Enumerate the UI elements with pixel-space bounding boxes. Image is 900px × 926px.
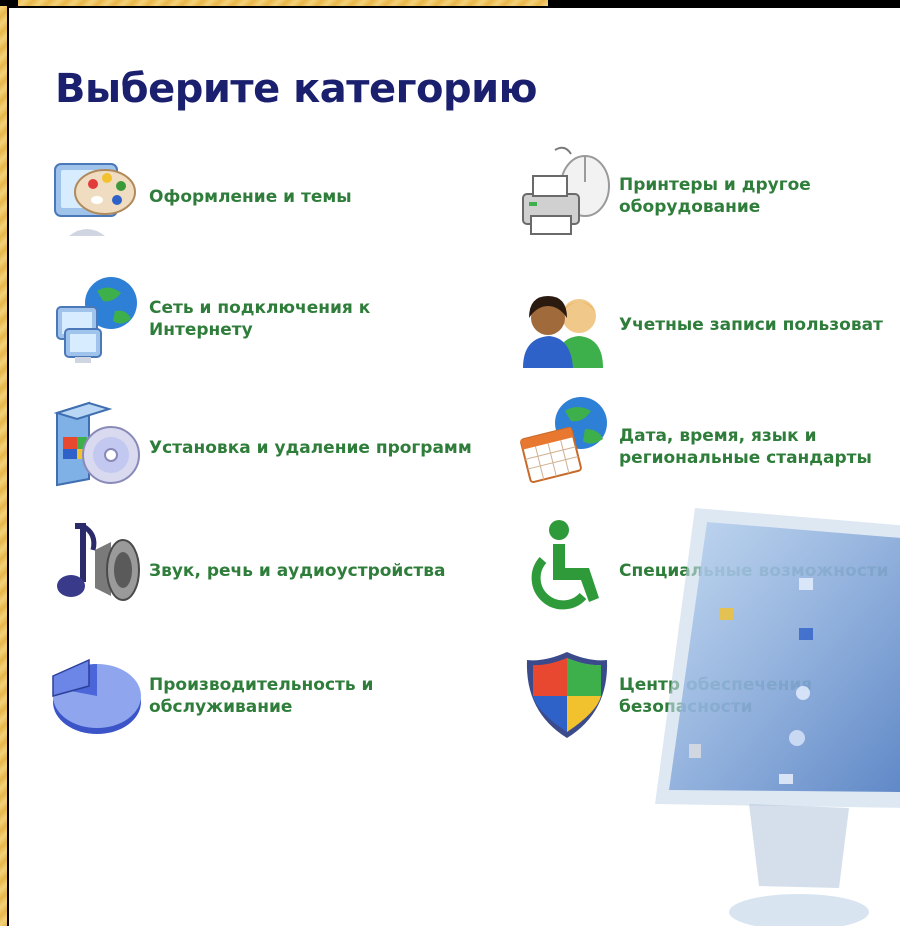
install-cd-icon [53,401,140,487]
user-accounts-icon [523,296,603,368]
calendar-globe-icon [520,397,607,483]
music-speaker-icon [57,523,140,601]
category-label: Принтеры и другое оборудование [619,175,811,217]
category-label: Производительность и обслуживание [149,675,374,717]
category-label: Сеть и подключения к Интернету [149,298,371,340]
accessibility-icon [531,520,599,610]
control-panel-window: Выберите категорию Оформление и темы Сет… [7,6,900,926]
category-label: Звук, речь и аудиоустройства [149,561,446,581]
decorative-monitor-image [655,508,900,926]
printer-mouse-icon [522,146,610,235]
performance-pie-icon [52,658,141,734]
category-label: Установка и удаление программ [149,438,472,458]
category-label: Дата, время, язык и региональные стандар… [619,426,872,468]
category-label: Учетные записи пользоват [619,315,883,335]
network-globe-icon [56,277,137,363]
page-title: Выберите категорию [55,66,538,112]
security-shield-icon [526,652,608,738]
category-label: Оформление и темы [149,187,352,207]
appearance-themes-icon [54,163,136,236]
